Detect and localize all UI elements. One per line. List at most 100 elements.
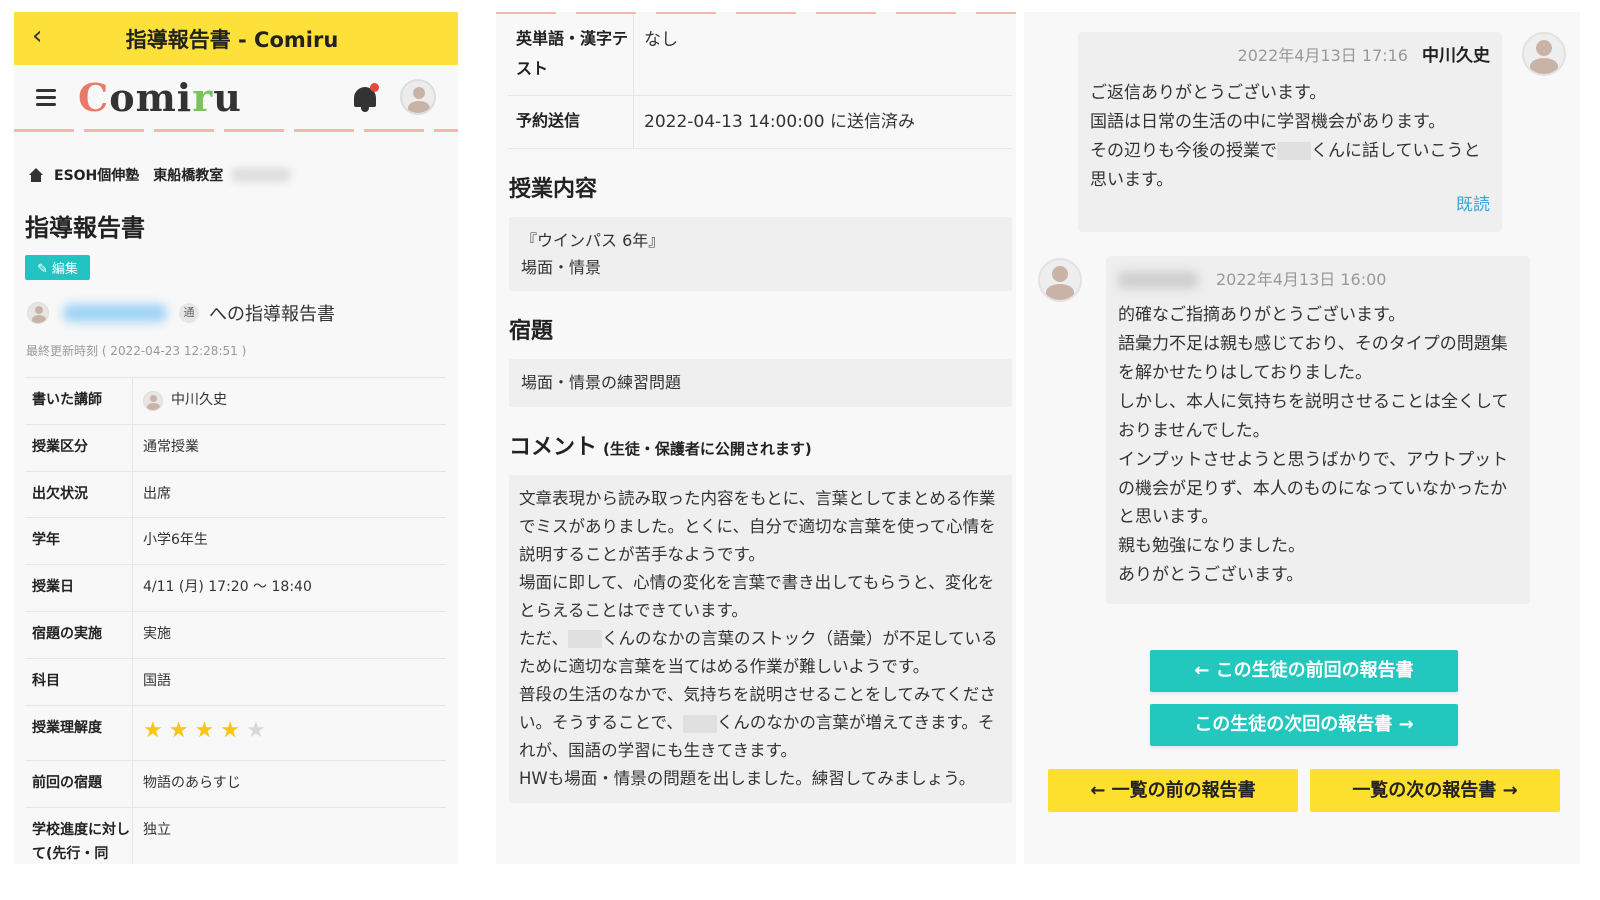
app-header: ‹ 指導報告書 - Comiru [14, 12, 458, 65]
teacher-avatar [1522, 32, 1566, 76]
header-title: 指導報告書 - Comiru [125, 27, 339, 52]
row-label: 出欠状況 [25, 471, 133, 518]
comment-text: ただ、 [519, 628, 569, 648]
report-panel-middle: 英単語・漢字テスト なし 予約送信 2022-04-13 14:00:00 に送… [496, 12, 1016, 864]
row-value: 実施 [143, 625, 171, 642]
teacher-message: 2022年4月13日 17:16 中川久史 ご返信ありがとうございます。 国語は日… [1078, 32, 1502, 232]
edit-label: 編集 [51, 262, 78, 277]
message-time: 2022年4月13日 17:16 [1237, 46, 1408, 65]
message-line: その辺りも今後の授業で くんに話していこうと思います。 [1090, 137, 1490, 195]
attendance-type-badge: 通 [179, 303, 199, 323]
table-row: 書いた講師 中川久史 [25, 378, 446, 425]
row-label: 予約送信 [508, 95, 634, 149]
row-value: 独立 [143, 822, 171, 839]
brand-bar: Comiru [14, 65, 458, 129]
table-row: 出欠状況 出席 [25, 471, 446, 519]
teacher-name: 中川久史 [171, 392, 227, 408]
breadcrumb: ESOH個伸塾 東船橋教室 [14, 165, 458, 185]
student-avatar [27, 302, 49, 324]
star-filled-icon: ★ [194, 717, 215, 743]
message-line: 的確なご指摘ありがとうございます。 [1118, 305, 1406, 326]
row-label: 学年 [25, 518, 133, 565]
star-empty-icon: ★ [245, 717, 266, 743]
message-line: インプットさせようと思うばかりで、アウトプットの機会が足りず、本人のものになって… [1118, 449, 1509, 528]
row-label: 前回の宿題 [25, 761, 133, 808]
comment-paragraph: HWも場面・情景の問題を出しました。練習してみましょう。 [519, 769, 976, 789]
last-updated: 最終更新時刻 ( 2022-04-23 12:28:51 ) [26, 344, 247, 358]
message-meta: 2022年4月13日 17:16 中川久史 [1090, 42, 1490, 71]
row-value: 4/11 (月) 17:20 〜 18:40 [143, 579, 312, 596]
comment-visibility-note: (生徒・保護者に公開されます) [603, 439, 812, 458]
message-line: ありがとうございます。 [1118, 565, 1304, 586]
page-title: 指導報告書 [25, 214, 145, 242]
notification-bell-icon[interactable] [350, 83, 380, 115]
teacher-avatar [143, 391, 163, 411]
row-label: 授業理解度 [25, 705, 133, 761]
report-panel-left: ‹ 指導報告書 - Comiru Comiru ESOH個伸塾 東船橋教室 指導… [14, 12, 458, 864]
row-label: 学校進度に対して(先行・同じ・遅れ・独立) [25, 808, 133, 864]
prev-list-report-button[interactable]: ← 一覧の前の報告書 [1048, 769, 1298, 812]
edit-button[interactable]: ✎ 編集 [25, 255, 90, 280]
back-icon[interactable]: ‹ [32, 23, 42, 49]
breadcrumb-school[interactable]: ESOH個伸塾 [54, 165, 139, 185]
table-row: 科目 国語 [25, 658, 446, 706]
redacted-text [231, 168, 292, 182]
row-label: 授業区分 [25, 424, 133, 471]
table-row: 宿題の実施 実施 [25, 611, 446, 659]
report-info-table-cont: 英単語・漢字テスト なし 予約送信 2022-04-13 14:00:00 に送… [508, 14, 1012, 150]
student-line: 通 への指導報告書 [27, 300, 458, 326]
read-status: 既読 [1456, 195, 1490, 216]
row-value: 国語 [143, 672, 171, 689]
homework-content: 場面・情景の練習問題 [509, 359, 1012, 407]
lesson-content: 『ウインパス 6年』 場面・情景 [509, 217, 1012, 292]
next-list-report-button[interactable]: 一覧の次の報告書 → [1310, 769, 1560, 812]
row-label: 宿題の実施 [25, 611, 133, 658]
message-line: ご返信ありがとうございます。 [1090, 82, 1327, 103]
breadcrumb-room[interactable]: 東船橋教室 [153, 165, 223, 185]
table-row: 授業日 4/11 (月) 17:20 〜 18:40 [25, 565, 446, 612]
message-meta: 2022年4月13日 16:00 [1118, 266, 1518, 293]
redacted-name [568, 630, 603, 649]
redacted-name [682, 714, 717, 733]
message-author: 中川久史 [1422, 46, 1490, 66]
comment-title: コメント [509, 434, 598, 460]
comment-paragraph: 普段の生活のなかで、気持ちを説明させることをしてみてください。そうすることで、く… [519, 681, 1002, 765]
table-row: 学校進度に対して(先行・同じ・遅れ・独立) 独立 [25, 808, 446, 864]
message-line: 語彙力不足は親も感じており、そのタイプの問題集を解かせたりはしておりました。 [1118, 334, 1508, 383]
row-value: 小学6年生 [143, 532, 208, 549]
row-value: なし [644, 30, 678, 50]
school-home-icon [28, 168, 44, 182]
parent-message: 2022年4月13日 16:00 的確なご指摘ありがとうございます。 語彙力不足… [1106, 256, 1530, 604]
row-value: 通常授業 [143, 438, 199, 455]
comment-section-title: コメント (生徒・保護者に公開されます) [509, 429, 1016, 461]
lesson-line: 『ウインパス 6年』 [521, 231, 665, 251]
redacted-student-name [63, 304, 167, 322]
comment-paragraph: ただ、 くんのなかの言葉のストック（語彙）が不足しているために適切な言葉を当てはめ… [519, 625, 1002, 681]
comment-paragraph: 場面に即して、心情の変化を言葉で書き出してもらうと、変化をとらえることはできてい… [519, 572, 995, 620]
menu-icon[interactable] [36, 89, 56, 106]
header-divider [14, 129, 458, 132]
understanding-rating: ★ ★ ★ ★ ★ [143, 717, 266, 743]
lesson-section-title: 授業内容 [509, 177, 598, 203]
user-avatar[interactable] [400, 79, 436, 115]
message-line: しかし、本人に気持ちを説明させることは全くしておりませんでした。 [1118, 391, 1509, 441]
message-line: 親も勉強になりました。 [1118, 536, 1305, 557]
table-row: 学年 小学6年生 [25, 518, 446, 566]
prev-student-report-button[interactable]: ← この生徒の前回の報告書 [1150, 650, 1458, 692]
comment-content: 文章表現から読み取った内容をもとに、言葉としてまとめる作業でミスがありました。と… [509, 474, 1012, 804]
next-student-report-button[interactable]: この生徒の次回の報告書 → [1150, 704, 1458, 746]
table-row: 授業区分 通常授業 [25, 424, 446, 472]
redacted-author [1118, 270, 1198, 289]
comiru-logo[interactable]: Comiru [78, 75, 242, 120]
row-label: 授業日 [25, 565, 133, 611]
lesson-line: 場面・情景 [521, 258, 602, 278]
row-label: 英単語・漢字テスト [508, 14, 634, 95]
row-value: 2022-04-13 14:00:00 に送信済み [644, 111, 915, 132]
report-info-table: 書いた講師 中川久史 授業区分 通常授業 出欠状況 出席 学年 小学6年生 授業日 4/… [25, 377, 446, 864]
table-row: 授業理解度 ★ ★ ★ ★ ★ [25, 705, 446, 762]
message-time: 2022年4月13日 16:00 [1216, 270, 1387, 289]
parent-avatar [1038, 258, 1082, 302]
row-value: 出席 [143, 485, 171, 502]
row-label: 書いた講師 [25, 378, 133, 424]
star-filled-icon: ★ [220, 717, 240, 743]
